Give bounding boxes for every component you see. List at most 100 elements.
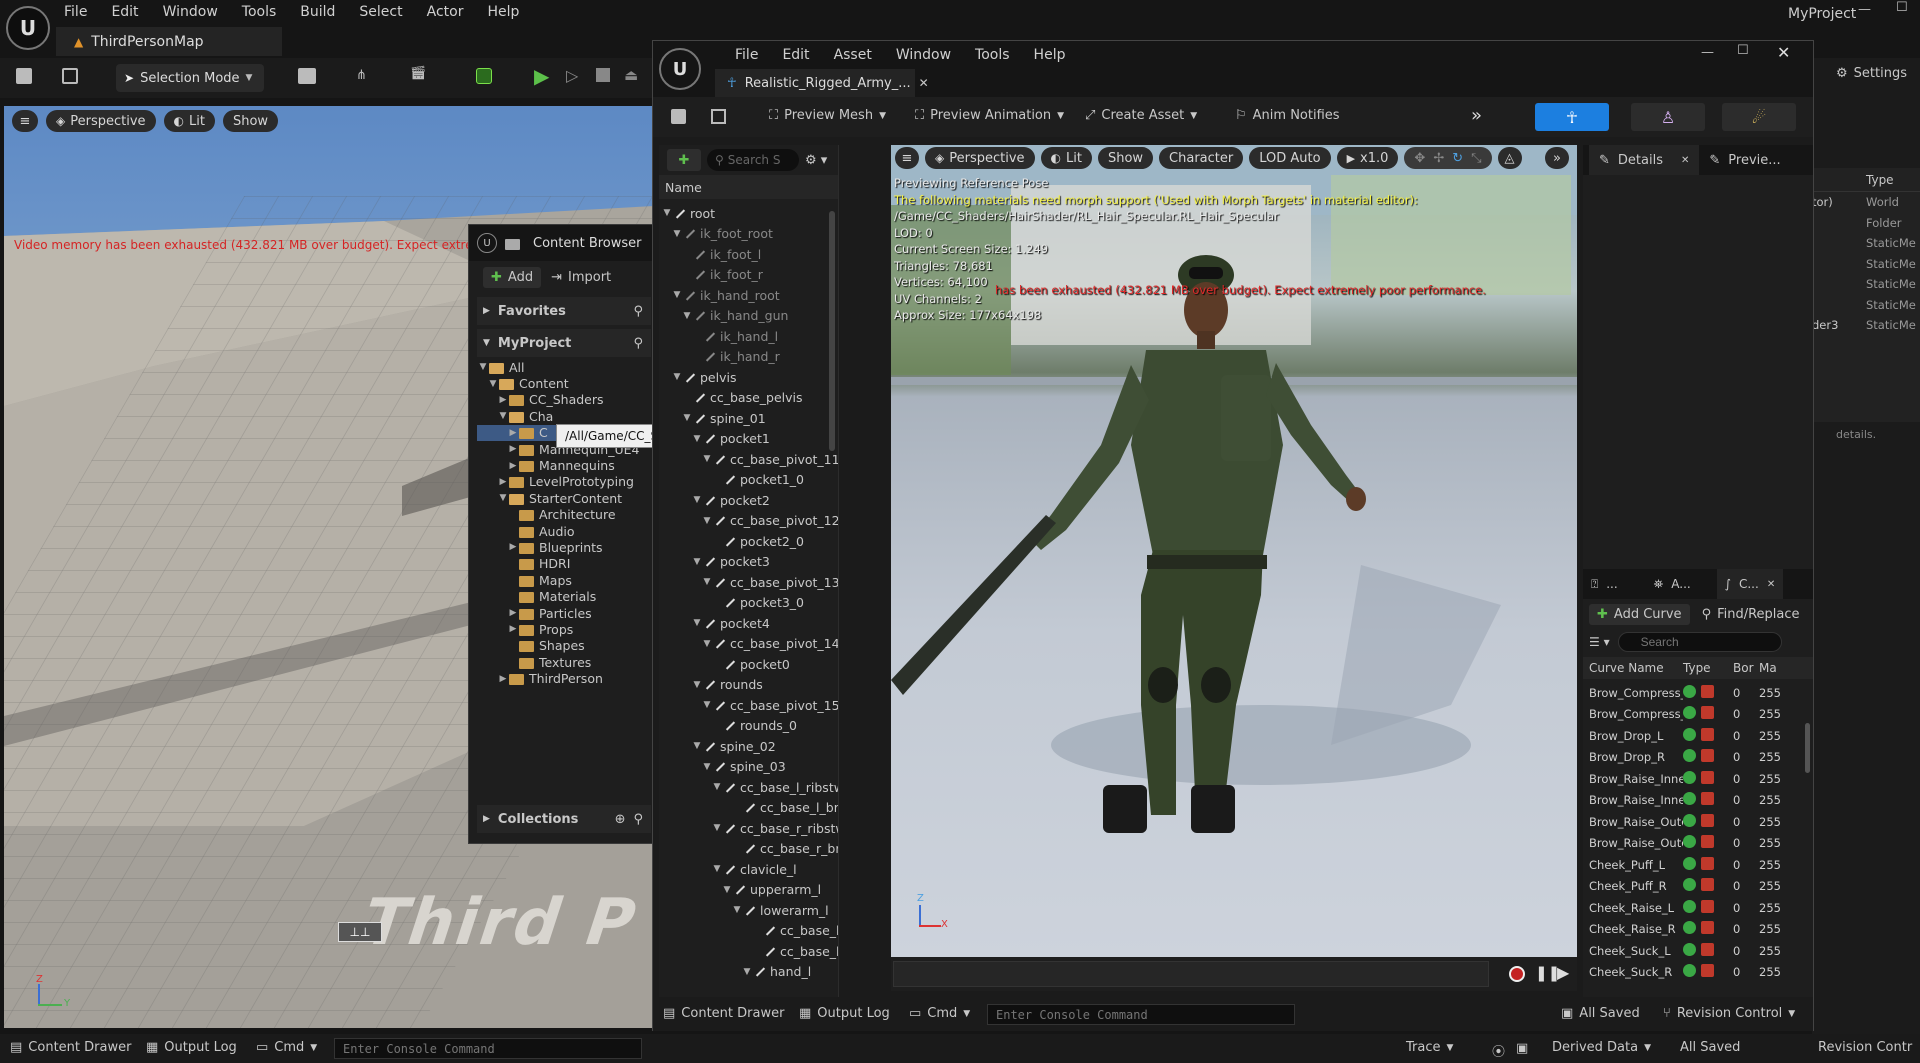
- viewport-menu-button[interactable]: ≡: [895, 147, 919, 169]
- animation-mode-button[interactable]: ☄: [1722, 103, 1796, 131]
- menu-tools[interactable]: Tools: [963, 43, 1022, 67]
- cinematics-icon[interactable]: 🎬︎: [410, 66, 427, 81]
- bone-row[interactable]: ▼ pocket2: [661, 490, 838, 511]
- curve-row[interactable]: Brow_Compress_R0255: [1583, 704, 1813, 726]
- all-saved-button[interactable]: ▣ All Saved: [1561, 1006, 1640, 1021]
- content-drawer-button[interactable]: ▤ Content Drawer: [663, 1006, 784, 1021]
- output-log-button[interactable]: ▦ Output Log: [799, 1006, 890, 1021]
- tree-item-textures[interactable]: Textures: [477, 654, 659, 670]
- map-tab[interactable]: ▲ ThirdPersonMap: [56, 27, 282, 56]
- settings-button[interactable]: ⚙ Settings: [1836, 66, 1907, 81]
- find-replace-button[interactable]: ⚲ Find/Replace: [1702, 607, 1800, 622]
- tree-item-cc-shaders[interactable]: ▶ CC_Shaders: [477, 392, 659, 408]
- lit-button[interactable]: ◐ Lit: [1040, 147, 1092, 169]
- outliner-row[interactable]: StaticMe: [1812, 254, 1920, 275]
- bone-row[interactable]: ▼ ik_hand_root: [661, 285, 838, 306]
- tree-item-startercontent[interactable]: ▼ StarterContent: [477, 490, 659, 506]
- curve-row[interactable]: Cheek_Suck_R 0 255: [1583, 962, 1813, 984]
- search-icon[interactable]: ⚲: [633, 812, 643, 827]
- add-actor-icon[interactable]: [298, 68, 316, 84]
- lit-button[interactable]: ◐ Lit: [163, 110, 215, 132]
- curve-row[interactable]: Brow_Raise_Outer_L0255: [1583, 811, 1813, 833]
- bone-row[interactable]: ▼ upperarm_l: [661, 880, 838, 901]
- bone-row[interactable]: ▼ cc_base_pivot_12: [661, 511, 838, 532]
- tree-item-blueprints[interactable]: ▶ Blueprints: [477, 539, 659, 555]
- project-section[interactable]: ▼ MyProject ⚲: [477, 329, 651, 357]
- bone-row[interactable]: pocket2_0: [661, 531, 838, 552]
- source-control-icon[interactable]: [62, 68, 78, 84]
- lod-button[interactable]: LOD Auto: [1249, 147, 1331, 169]
- camera-speed-button[interactable]: ◬: [1497, 147, 1522, 169]
- expand-toolbar-icon[interactable]: »: [1471, 105, 1482, 126]
- settings-icon[interactable]: ⚙ ▾: [805, 153, 827, 168]
- curve-row[interactable]: Cheek_Raise_R 0 255: [1583, 919, 1813, 941]
- camera-icon[interactable]: ▣: [1516, 1041, 1528, 1056]
- revision-control-button[interactable]: ⑂ Revision Control ▼: [1663, 1006, 1795, 1021]
- search-icon[interactable]: ⚲: [633, 304, 643, 319]
- bone-row[interactable]: cc_base_l_elbow: [661, 921, 838, 942]
- outliner-row[interactable]: der3 StaticMe: [1812, 315, 1920, 336]
- main-minimize-icon[interactable]: —: [1858, 2, 1871, 17]
- add-collection-icon[interactable]: ⊕: [615, 812, 626, 827]
- tree-item-levelprototyping[interactable]: ▶ LevelPrototyping: [477, 474, 659, 490]
- tree-item-all[interactable]: ▼ All: [477, 359, 659, 375]
- tree-item-shapes[interactable]: Shapes: [477, 638, 659, 654]
- bone-row[interactable]: cc_base_l_breast: [661, 798, 838, 819]
- content-drawer-button[interactable]: ▤ Content Drawer: [10, 1040, 131, 1055]
- close-icon[interactable]: ✕: [1767, 579, 1775, 590]
- cmd-dropdown[interactable]: ▭ Cmd ▼: [256, 1040, 317, 1055]
- play-button[interactable]: ▶︎: [1557, 963, 1569, 982]
- viewport-menu-button[interactable]: ≡: [12, 110, 38, 132]
- favorites-section[interactable]: ▶ Favorites ⚲: [477, 297, 651, 325]
- add-curve-button[interactable]: ✚ Add Curve: [1589, 603, 1690, 625]
- cmd-dropdown[interactable]: ▭ Cmd ▼: [909, 1006, 970, 1021]
- show-button[interactable]: Show: [1097, 147, 1154, 169]
- curves-scrollbar[interactable]: [1805, 723, 1810, 773]
- close-window-icon[interactable]: ✕: [1777, 43, 1790, 62]
- bone-row[interactable]: ▼ lowerarm_l: [661, 900, 838, 921]
- menu-file[interactable]: File: [723, 43, 770, 67]
- menu-file[interactable]: File: [64, 0, 99, 24]
- curve-row[interactable]: Brow_Drop_L 0 255: [1583, 725, 1813, 747]
- bone-row[interactable]: ▼ clavicle_l: [661, 859, 838, 880]
- tree-item-mannequins[interactable]: ▶ Mannequins: [477, 457, 659, 473]
- bone-row[interactable]: ▼ root: [661, 203, 838, 224]
- save-icon[interactable]: [16, 68, 32, 84]
- save-icon[interactable]: [671, 109, 686, 124]
- record-button[interactable]: [1509, 966, 1525, 982]
- curve-row[interactable]: Brow_Drop_R 0 255: [1583, 747, 1813, 769]
- perspective-button[interactable]: ◈ Perspective: [46, 110, 156, 132]
- console-input[interactable]: [987, 1004, 1295, 1025]
- bone-row[interactable]: pocket1_0: [661, 470, 838, 491]
- curve-row[interactable]: Cheek_Puff_R 0 255: [1583, 876, 1813, 898]
- tree-item-hdri[interactable]: HDRI: [477, 556, 659, 572]
- menu-window[interactable]: Window: [884, 43, 963, 67]
- bone-row[interactable]: cc_base_pelvis: [661, 388, 838, 409]
- bone-row[interactable]: ▼cc_base_r_ribstwist: [661, 818, 838, 839]
- bone-row[interactable]: ▼ ik_hand_gun: [661, 306, 838, 327]
- add-button[interactable]: ✚ Add: [483, 266, 542, 288]
- scrub-track[interactable]: [893, 961, 1489, 987]
- bone-row[interactable]: ▼ pocket4: [661, 613, 838, 634]
- tree-item-maps[interactable]: Maps: [477, 572, 659, 588]
- curve-row[interactable]: Brow_Compress_L 0 255: [1583, 682, 1813, 704]
- preview-settings-tab[interactable]: ✎ Previe...: [1709, 153, 1780, 168]
- curve-search-input[interactable]: [1617, 632, 1782, 652]
- menu-select[interactable]: Select: [347, 0, 414, 24]
- eject-icon[interactable]: ⏏: [624, 66, 638, 84]
- bone-row[interactable]: ik_hand_r: [661, 347, 838, 368]
- skeleton-search[interactable]: ⚲ Search S: [707, 149, 799, 171]
- bone-row[interactable]: ▼ spine_01: [661, 408, 838, 429]
- tree-item-characters[interactable]: ▼ Cha: [477, 408, 659, 424]
- tree-scrollbar[interactable]: [829, 211, 835, 451]
- tree-item-thirdperson[interactable]: ▶ ThirdPerson: [477, 670, 659, 686]
- anim-notifies-button[interactable]: ⚐ Anim Notifies: [1235, 108, 1340, 123]
- menu-window[interactable]: Window: [151, 0, 230, 24]
- bone-row[interactable]: ▼ ik_foot_root: [661, 224, 838, 245]
- bone-row[interactable]: ▼ cc_base_pivot_13: [661, 572, 838, 593]
- outliner-row[interactable]: StaticMe: [1812, 233, 1920, 254]
- collections-section[interactable]: ▶ Collections ⊕ ⚲: [477, 805, 651, 833]
- bone-row[interactable]: cc_base_l_forearm: [661, 941, 838, 962]
- close-tab-icon[interactable]: ✕: [919, 76, 929, 90]
- viewport-expand-button[interactable]: »: [1545, 147, 1569, 169]
